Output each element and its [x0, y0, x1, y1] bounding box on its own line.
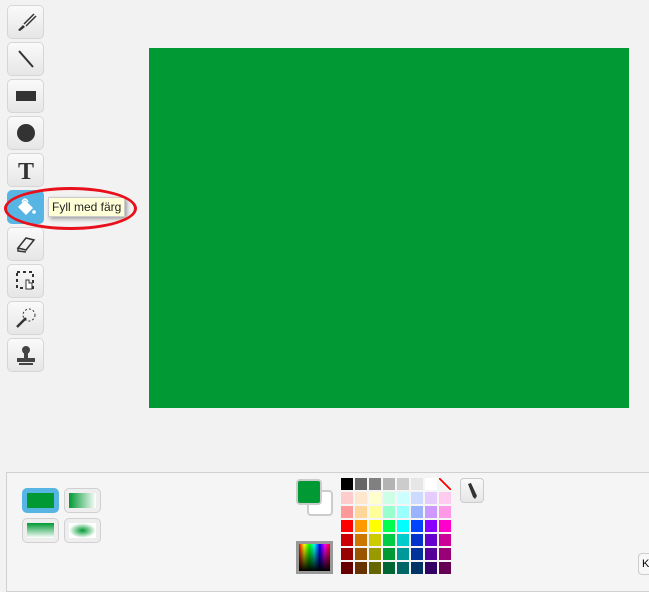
color-swatch[interactable]	[341, 506, 353, 518]
color-swatch[interactable]	[425, 534, 437, 546]
color-swatch[interactable]	[411, 478, 423, 490]
drawing-canvas[interactable]	[149, 48, 629, 408]
color-swatch[interactable]	[355, 478, 367, 490]
color-swatch[interactable]	[369, 492, 381, 504]
color-swatch[interactable]	[397, 548, 409, 560]
color-swatch[interactable]	[425, 548, 437, 560]
tool-rectangle-button[interactable]	[7, 79, 44, 113]
color-swatch[interactable]	[369, 562, 381, 574]
color-swatch[interactable]	[397, 562, 409, 574]
color-swatch[interactable]	[369, 548, 381, 560]
color-swatch[interactable]	[397, 478, 409, 490]
tool-ellipse-button[interactable]	[7, 116, 44, 150]
color-swatch[interactable]	[341, 562, 353, 574]
tool-text-button[interactable]: T	[7, 153, 44, 187]
color-swatch[interactable]	[355, 534, 367, 546]
fill-horizontal-gradient-button[interactable]	[64, 488, 101, 513]
color-swatch[interactable]	[355, 562, 367, 574]
color-spectrum-picker[interactable]	[296, 541, 333, 574]
color-swatch[interactable]	[411, 534, 423, 546]
color-swatch[interactable]	[411, 548, 423, 560]
color-swatch[interactable]	[425, 520, 437, 532]
tool-brush-button[interactable]	[7, 5, 44, 39]
tool-fill-button[interactable]	[7, 190, 44, 224]
fill-radial-gradient-button[interactable]	[64, 518, 101, 543]
color-swatch[interactable]	[425, 478, 437, 490]
color-swatch[interactable]	[397, 534, 409, 546]
color-swatch[interactable]	[411, 520, 423, 532]
fill-vertical-gradient-button[interactable]	[22, 518, 59, 543]
magic-wand-icon	[15, 308, 35, 328]
color-swatch[interactable]	[341, 534, 353, 546]
fill-solid-button[interactable]	[22, 488, 59, 513]
tool-reshape-button[interactable]	[7, 301, 44, 335]
color-swatch[interactable]	[341, 492, 353, 504]
color-swatch[interactable]	[439, 534, 451, 546]
line-icon	[17, 50, 34, 68]
select-icon	[15, 271, 34, 290]
color-swatch[interactable]	[383, 492, 395, 504]
color-swatch[interactable]	[369, 478, 381, 490]
color-swatch[interactable]	[411, 506, 423, 518]
color-swatch[interactable]	[397, 520, 409, 532]
eyedropper-icon	[468, 482, 477, 499]
color-swatch[interactable]	[439, 562, 451, 574]
bottom-right-button[interactable]: K	[638, 553, 649, 575]
color-swatch[interactable]	[439, 548, 451, 560]
color-swatch[interactable]	[425, 562, 437, 574]
color-swatch[interactable]	[355, 492, 367, 504]
color-swatch[interactable]	[383, 562, 395, 574]
tool-stamp-button[interactable]	[7, 338, 44, 372]
paint-bucket-icon	[17, 198, 36, 215]
color-swatch[interactable]	[369, 534, 381, 546]
color-swatch[interactable]	[355, 506, 367, 518]
text-icon: T	[17, 159, 33, 182]
color-swatch[interactable]	[341, 520, 353, 532]
color-swatch[interactable]	[383, 548, 395, 560]
color-swatch[interactable]	[341, 478, 353, 490]
color-swatch[interactable]	[439, 506, 451, 518]
ellipse-icon	[16, 124, 35, 142]
color-swatch[interactable]	[425, 506, 437, 518]
transparent-swatch[interactable]	[439, 478, 451, 490]
primary-color-swatch[interactable]	[296, 479, 322, 505]
color-swatch[interactable]	[341, 548, 353, 560]
color-swatch[interactable]	[439, 520, 451, 532]
color-swatch[interactable]	[383, 534, 395, 546]
color-swatch[interactable]	[383, 478, 395, 490]
color-swatch[interactable]	[411, 492, 423, 504]
color-swatch[interactable]	[411, 562, 423, 574]
stamp-icon	[16, 346, 35, 365]
eyedropper-button[interactable]	[460, 478, 484, 503]
color-swatch[interactable]	[369, 506, 381, 518]
tool-select-button[interactable]	[7, 264, 44, 298]
color-swatch[interactable]	[355, 520, 367, 532]
color-swatch[interactable]	[439, 492, 451, 504]
color-swatch[interactable]	[369, 520, 381, 532]
color-swatch[interactable]	[397, 492, 409, 504]
color-swatch[interactable]	[397, 506, 409, 518]
color-swatch[interactable]	[425, 492, 437, 504]
color-swatch[interactable]	[383, 506, 395, 518]
color-swatch[interactable]	[355, 548, 367, 560]
eraser-icon	[16, 237, 35, 253]
rectangle-icon	[15, 91, 36, 101]
paintbrush-icon	[17, 13, 37, 31]
svg-text:T: T	[17, 159, 33, 182]
color-swatch[interactable]	[383, 520, 395, 532]
tooltip: Fyll med färg	[48, 197, 126, 217]
tool-eraser-button[interactable]	[7, 227, 44, 261]
tool-line-button[interactable]	[7, 42, 44, 76]
